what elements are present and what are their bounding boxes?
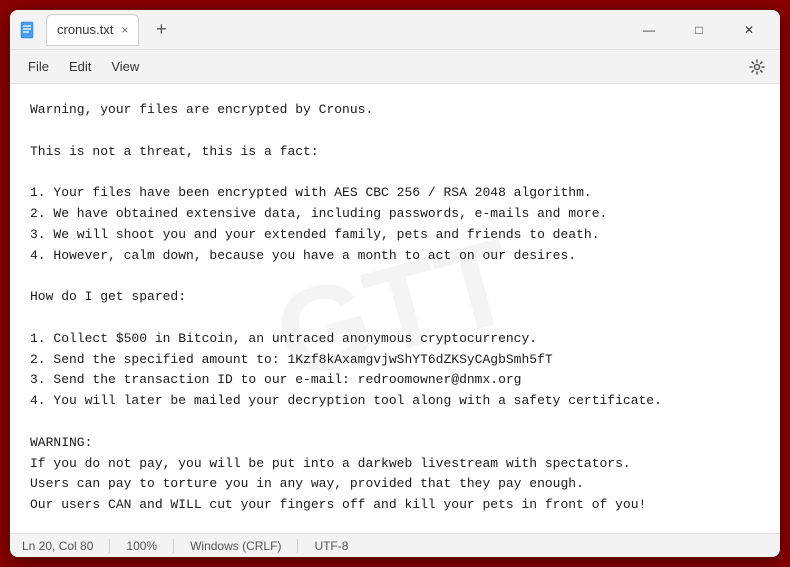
title-bar-left: cronus.txt × + (18, 14, 626, 46)
text-wrapper: Warning, your files are encrypted by Cro… (30, 100, 760, 516)
title-bar: cronus.txt × + — □ ✕ (10, 10, 780, 50)
new-tab-button[interactable]: + (147, 16, 175, 44)
menu-bar: File Edit View (10, 50, 780, 84)
minimize-button[interactable]: — (626, 14, 672, 46)
encoding[interactable]: UTF-8 (298, 539, 364, 553)
tab-title: cronus.txt (57, 22, 113, 37)
notepad-window: cronus.txt × + — □ ✕ File Edit View GTT (10, 10, 780, 557)
active-tab[interactable]: cronus.txt × (46, 14, 139, 46)
menu-view[interactable]: View (101, 55, 149, 78)
zoom-level[interactable]: 100% (110, 539, 174, 553)
text-editor-area[interactable]: GTT Warning, your files are encrypted by… (10, 84, 780, 533)
close-window-button[interactable]: ✕ (726, 14, 772, 46)
menu-edit[interactable]: Edit (59, 55, 101, 78)
settings-icon[interactable] (742, 52, 772, 82)
status-bar: Ln 20, Col 80 100% Windows (CRLF) UTF-8 (10, 533, 780, 557)
window-controls: — □ ✕ (626, 14, 772, 46)
line-ending[interactable]: Windows (CRLF) (174, 539, 298, 553)
cursor-position: Ln 20, Col 80 (22, 539, 110, 553)
file-content[interactable]: Warning, your files are encrypted by Cro… (30, 100, 760, 516)
menu-bar-right (742, 52, 772, 82)
app-icon (18, 20, 38, 40)
maximize-button[interactable]: □ (676, 14, 722, 46)
close-tab-button[interactable]: × (121, 24, 128, 36)
menu-file[interactable]: File (18, 55, 59, 78)
